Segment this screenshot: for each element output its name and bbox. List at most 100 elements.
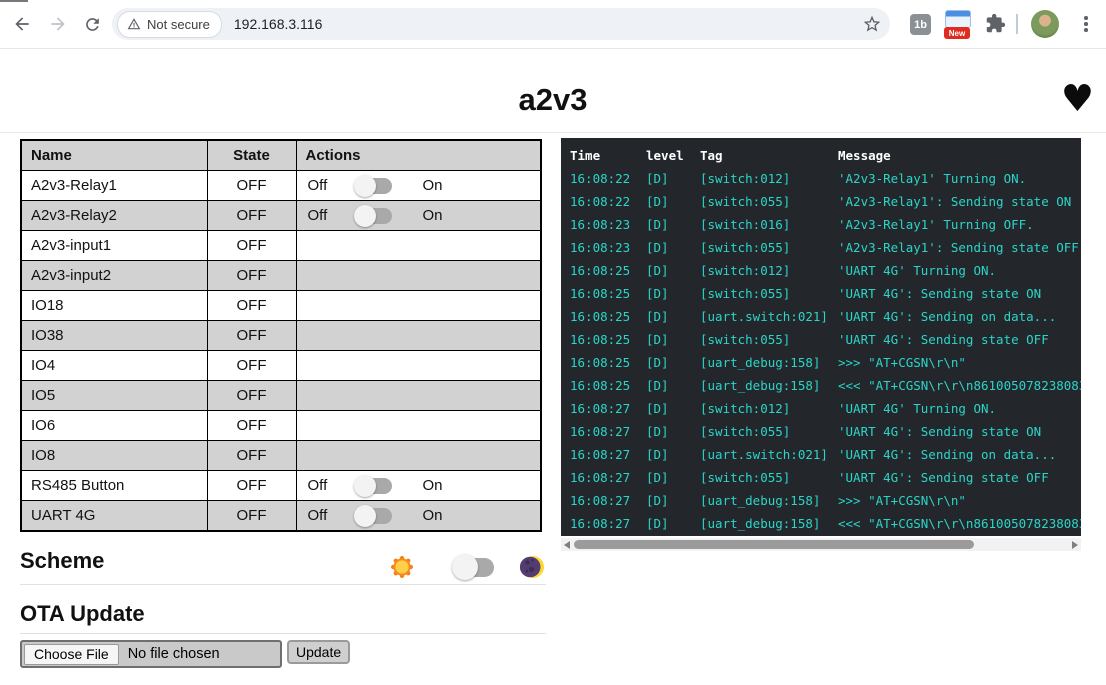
- moon-icon: [520, 554, 546, 580]
- device-actions: [296, 291, 541, 321]
- device-actions: OffOn: [296, 471, 541, 501]
- sun-icon: [390, 555, 414, 579]
- table-header-row: NameStateActions: [21, 140, 541, 171]
- header-divider: [0, 132, 1106, 133]
- warning-triangle-icon: [127, 17, 141, 31]
- log-level: [D]: [646, 489, 700, 512]
- log-entry: 16:08:27[D][uart_debug:158]<<< "AT+CGSN\…: [561, 512, 1081, 535]
- log-message: 'UART 4G' Turning ON.: [838, 259, 1081, 282]
- device-state: OFF: [207, 291, 296, 321]
- ota-heading: OTA Update: [20, 601, 145, 627]
- scheme-divider: [20, 584, 546, 585]
- log-time: 16:08:22: [570, 190, 646, 213]
- extension-1b-label: 1b: [914, 19, 927, 31]
- star-icon: [862, 14, 882, 34]
- table-row: IO38OFF: [21, 321, 541, 351]
- log-tag: [switch:055]: [700, 190, 838, 213]
- log-entry: 16:08:25[D][uart.switch:021]'UART 4G': S…: [561, 305, 1081, 328]
- device-toggle[interactable]: [358, 178, 392, 194]
- log-level: [D]: [646, 167, 700, 190]
- device-actions: [296, 261, 541, 291]
- scroll-left-arrow-icon[interactable]: [564, 541, 570, 549]
- log-time: 16:08:27: [570, 443, 646, 466]
- toggle-off-label: Off: [308, 477, 334, 494]
- log-message: 'UART 4G': Sending state ON: [838, 420, 1081, 443]
- forward-arrow-icon: [48, 14, 68, 34]
- log-horizontal-scrollbar[interactable]: [561, 538, 1081, 551]
- toggle-on-label: On: [423, 507, 443, 524]
- ota-divider: [20, 633, 546, 634]
- extension-new-button[interactable]: New: [944, 9, 970, 39]
- device-name: IO8: [21, 441, 207, 471]
- log-time: 16:08:27: [570, 397, 646, 420]
- table-row: A2v3-Relay2OFFOffOn: [21, 201, 541, 231]
- scrollbar-thumb[interactable]: [574, 540, 974, 549]
- log-message: 'UART 4G': Sending state OFF: [838, 328, 1081, 351]
- log-header-time: Time: [570, 144, 646, 167]
- log-entry: 16:08:23[D][switch:016]'A2v3-Relay1' Tur…: [561, 213, 1081, 236]
- back-button[interactable]: [10, 12, 34, 36]
- extension-1b-button[interactable]: 1b: [910, 14, 931, 35]
- log-header-message: Message: [838, 144, 1081, 167]
- log-time: 16:08:27: [570, 512, 646, 535]
- log-level: [D]: [646, 374, 700, 397]
- device-name: IO5: [21, 381, 207, 411]
- browser-menu-button[interactable]: [1081, 14, 1091, 34]
- device-actions: OffOn: [296, 201, 541, 231]
- update-button[interactable]: Update: [287, 640, 350, 664]
- window-edge: [0, 0, 28, 2]
- log-message: >>> "AT+CGSN\r\n": [838, 489, 1081, 512]
- log-level: [D]: [646, 282, 700, 305]
- device-toggle[interactable]: [358, 208, 392, 224]
- device-name: A2v3-input2: [21, 261, 207, 291]
- log-message: 'A2v3-Relay1' Turning OFF.: [838, 213, 1081, 236]
- log-message: <<< "AT+CGSN\r\r\n861005078238083\: [838, 374, 1081, 397]
- device-state: OFF: [207, 501, 296, 532]
- log-entry: 16:08:23[D][switch:055]'A2v3-Relay1': Se…: [561, 236, 1081, 259]
- file-status-text: No file chosen: [128, 646, 220, 662]
- toggle-off-label: Off: [308, 177, 334, 194]
- reload-button[interactable]: [80, 12, 104, 36]
- profile-avatar[interactable]: [1031, 10, 1059, 38]
- log-header-row: Time level Tag Message: [561, 144, 1081, 167]
- toggle-off-label: Off: [308, 507, 334, 524]
- log-message: 'A2v3-Relay1' Turning ON.: [838, 167, 1081, 190]
- table-row: IO4OFF: [21, 351, 541, 381]
- log-time: 16:08:25: [570, 351, 646, 374]
- log-entry: 16:08:27[D][switch:055]'UART 4G': Sendin…: [561, 466, 1081, 489]
- log-level: [D]: [646, 328, 700, 351]
- log-time: 16:08:27: [570, 420, 646, 443]
- device-toggle[interactable]: [358, 508, 392, 524]
- log-level: [D]: [646, 305, 700, 328]
- log-message: 'UART 4G': Sending state OFF: [838, 466, 1081, 489]
- log-time: 16:08:23: [570, 236, 646, 259]
- log-entry: 16:08:27[D][uart.switch:021]'UART 4G': S…: [561, 443, 1081, 466]
- log-tag: [switch:012]: [700, 167, 838, 190]
- device-state: OFF: [207, 471, 296, 501]
- table-row: A2v3-input2OFF: [21, 261, 541, 291]
- heart-icon: ♥: [1061, 80, 1094, 117]
- device-state: OFF: [207, 321, 296, 351]
- page-title: a2v3: [0, 82, 1106, 118]
- toolbar-divider: [1016, 14, 1018, 34]
- log-message: <<< "AT+CGSN\r\r\n861005078238083\: [838, 512, 1081, 535]
- log-message: 'UART 4G': Sending on data...: [838, 305, 1081, 328]
- bookmark-star-button[interactable]: [862, 14, 882, 39]
- scheme-controls: [20, 552, 546, 582]
- column-header-name: Name: [21, 140, 207, 171]
- choose-file-button[interactable]: Choose File: [24, 644, 119, 665]
- device-state: OFF: [207, 381, 296, 411]
- address-bar[interactable]: Not secure 192.168.3.116: [112, 8, 890, 40]
- table-row: IO8OFF: [21, 441, 541, 471]
- device-toggle[interactable]: [358, 478, 392, 494]
- log-message: >>> "AT+CGSN\r\n": [838, 351, 1081, 374]
- device-name: IO18: [21, 291, 207, 321]
- scheme-toggle[interactable]: [456, 558, 494, 577]
- ota-file-input[interactable]: Choose File No file chosen: [20, 640, 282, 668]
- toggle-off-label: Off: [308, 207, 334, 224]
- scroll-right-arrow-icon[interactable]: [1072, 541, 1078, 549]
- forward-button[interactable]: [46, 12, 70, 36]
- security-chip[interactable]: Not secure: [117, 11, 222, 38]
- device-state: OFF: [207, 261, 296, 291]
- extensions-menu-button[interactable]: [985, 13, 1006, 39]
